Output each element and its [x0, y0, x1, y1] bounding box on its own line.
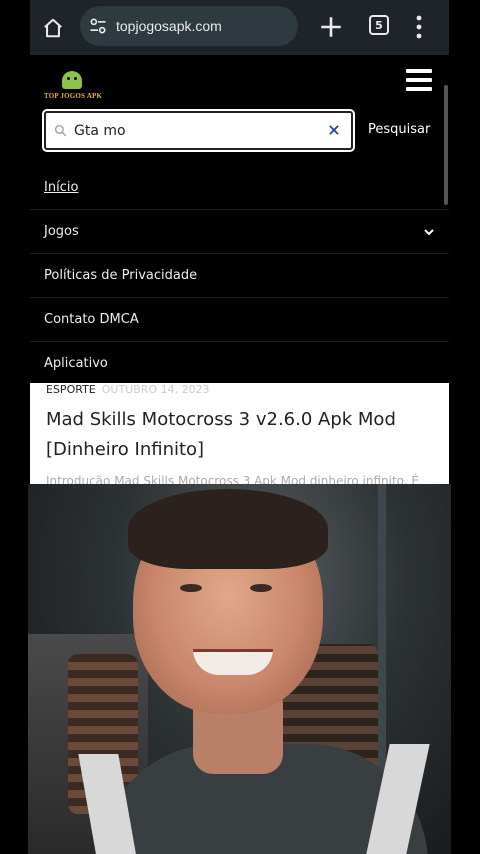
menu-item-inicio[interactable]: Início	[30, 165, 449, 209]
search-box	[42, 109, 355, 152]
menu-item-label: Contato DMCA	[44, 312, 139, 327]
article-category[interactable]: ESPORTE	[46, 383, 96, 396]
chevron-down-icon[interactable]	[423, 227, 435, 237]
new-tab-icon[interactable]	[318, 14, 344, 40]
menu-item-label: Políticas de Privacidade	[44, 268, 198, 283]
more-options-icon[interactable]	[414, 14, 424, 40]
android-logo-icon	[62, 71, 82, 89]
article-date: OUTUBRO 14, 2023	[101, 383, 210, 396]
tab-switcher-button[interactable]: 5	[369, 15, 389, 35]
site-header: TOP JOGOS APK Pesquisar Início Jogos Pol…	[30, 55, 449, 383]
url-text: topjogosapk.com	[116, 18, 222, 34]
article-card[interactable]: ESPORTE OUTUBRO 14, 2023 Mad Skills Motoc…	[30, 383, 449, 484]
article-excerpt: Introdução Mad Skills Motocross 3 Apk Mo…	[46, 474, 419, 484]
article-meta: ESPORTE OUTUBRO 14, 2023	[46, 383, 210, 396]
menu-item-label: Aplicativo	[44, 356, 108, 371]
logo-text: TOP JOGOS APK	[44, 92, 103, 100]
site-settings-icon[interactable]	[86, 14, 110, 38]
search-icon	[46, 113, 74, 148]
overlay-photo	[28, 484, 451, 854]
menu-item-aplicativo[interactable]: Aplicativo	[30, 341, 449, 385]
address-bar[interactable]: topjogosapk.com	[80, 6, 298, 46]
article-title[interactable]: Mad Skills Motocross 3 v2.6.0 Apk Mod [D…	[46, 405, 436, 465]
site-logo[interactable]: TOP JOGOS APK	[44, 71, 103, 101]
menu-item-privacidade[interactable]: Políticas de Privacidade	[30, 253, 449, 297]
menu-item-label: Início	[44, 179, 79, 195]
menu-item-jogos[interactable]: Jogos	[30, 209, 449, 253]
menu-item-dmca[interactable]: Contato DMCA	[30, 297, 449, 341]
home-button[interactable]	[30, 0, 76, 55]
menu-toggle-button[interactable]	[406, 69, 432, 91]
menu-item-label: Jogos	[44, 224, 79, 239]
home-icon	[44, 18, 62, 37]
clear-search-icon[interactable]	[327, 123, 341, 137]
search-input[interactable]	[74, 122, 314, 139]
browser-toolbar: topjogosapk.com 5	[30, 0, 449, 55]
nav-menu: Início Jogos Políticas de Privacidade Co…	[30, 165, 449, 385]
search-button[interactable]: Pesquisar	[368, 122, 430, 137]
